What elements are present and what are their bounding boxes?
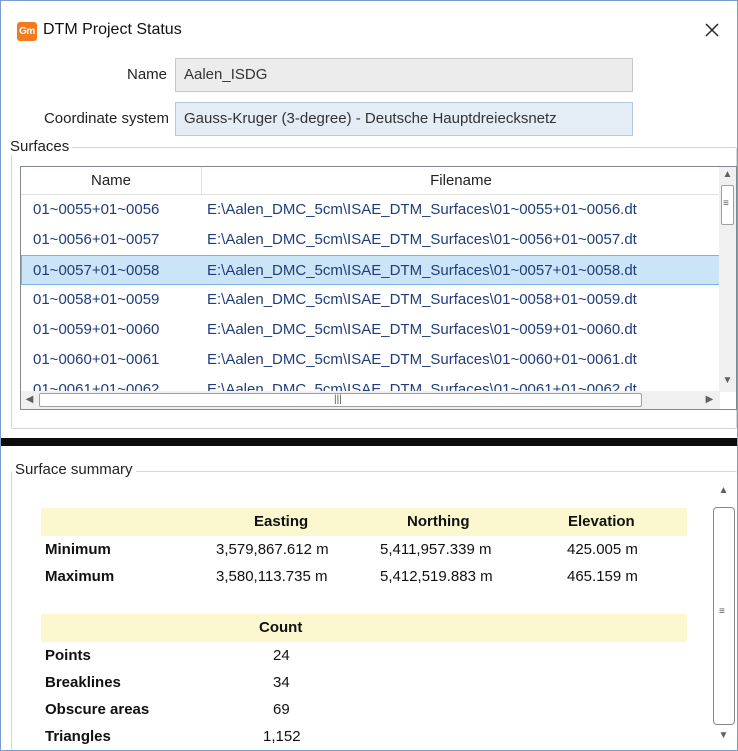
coordinate-system-field[interactable]: Gauss-Kruger (3-degree) - Deutsche Haupt… (175, 102, 633, 136)
app-logo-icon: Gm (17, 22, 37, 41)
maximum-northing: 5,412,519.883 m (380, 568, 493, 585)
obscure-areas-label: Obscure areas (45, 701, 150, 718)
triangles-label: Triangles (45, 728, 111, 745)
maximum-elevation: 465.159 m (567, 568, 638, 585)
surface-filename: E:\Aalen_DMC_5cm\ISAE_DTM_Surfaces\01~00… (207, 231, 637, 248)
surface-name: 01~0055+01~0056 (33, 201, 160, 218)
breaklines-label: Breaklines (45, 674, 121, 691)
elevation-header: Elevation (568, 513, 635, 530)
surface-filename: E:\Aalen_DMC_5cm\ISAE_DTM_Surfaces\01~00… (207, 381, 637, 392)
minimum-label: Minimum (45, 541, 111, 558)
title-bar: Gm DTM Project Status (1, 1, 737, 59)
close-button[interactable] (699, 17, 725, 43)
coordinate-system-label: Coordinate system (43, 110, 169, 127)
surfaces-vertical-scrollbar[interactable]: ▲ ≡ ▼ (719, 167, 736, 392)
surface-name: 01~0059+01~0060 (33, 321, 160, 338)
horizontal-scroll-thumb[interactable]: ||| (39, 393, 642, 407)
surface-row-selected[interactable]: 01~0057+01~0058 E:\Aalen_DMC_5cm\ISAE_DT… (21, 255, 720, 285)
easting-header: Easting (254, 513, 309, 530)
grip-icon: ||| (334, 394, 342, 405)
count-header: Count (259, 619, 303, 636)
surface-row[interactable]: 01~0056+01~0057 E:\Aalen_DMC_5cm\ISAE_DT… (21, 225, 720, 255)
surfaces-group-title: Surfaces (7, 138, 73, 155)
surface-name: 01~0058+01~0059 (33, 291, 160, 308)
surface-filename: E:\Aalen_DMC_5cm\ISAE_DTM_Surfaces\01~00… (207, 291, 637, 308)
triangles-count: 1,152 (263, 728, 301, 745)
grip-icon: ≡ (719, 606, 725, 617)
surface-filename: E:\Aalen_DMC_5cm\ISAE_DTM_Surfaces\01~00… (207, 351, 637, 368)
surface-row[interactable]: 01~0059+01~0060 E:\Aalen_DMC_5cm\ISAE_DT… (21, 315, 720, 345)
column-header-filename[interactable]: Filename (202, 167, 720, 195)
surface-filename: E:\Aalen_DMC_5cm\ISAE_DTM_Surfaces\01~00… (207, 321, 637, 338)
dtm-project-status-dialog: Gm DTM Project Status Name Aalen_ISDG Co… (0, 0, 738, 751)
scroll-right-arrow-icon[interactable]: ▶ (701, 394, 718, 405)
vertical-scroll-thumb[interactable]: ≡ (721, 185, 734, 225)
surface-row[interactable]: 01~0055+01~0056 E:\Aalen_DMC_5cm\ISAE_DT… (21, 195, 720, 225)
column-header-name[interactable]: Name (21, 167, 202, 195)
minimum-easting: 3,579,867.612 m (216, 541, 329, 558)
maximum-easting: 3,580,113.735 m (216, 568, 328, 585)
breaklines-count: 34 (273, 674, 290, 691)
points-label: Points (45, 647, 91, 664)
summary-vertical-scrollbar[interactable]: ▲ ≡ ▼ (709, 477, 737, 747)
points-count: 24 (273, 647, 290, 664)
scroll-down-arrow-icon[interactable]: ▼ (719, 375, 736, 386)
surface-name: 01~0061+01~0062 (33, 381, 160, 392)
surface-row-partial[interactable]: 01~0061+01~0062 E:\Aalen_DMC_5cm\ISAE_DT… (21, 375, 720, 392)
obscure-areas-count: 69 (273, 701, 290, 718)
name-label: Name (126, 66, 167, 83)
name-field[interactable]: Aalen_ISDG (175, 58, 633, 92)
close-icon (705, 23, 719, 37)
minimum-elevation: 425.005 m (567, 541, 638, 558)
count-header-band (41, 614, 687, 642)
scroll-up-arrow-icon[interactable]: ▲ (719, 169, 736, 180)
northing-header: Northing (407, 513, 470, 530)
grip-icon: ≡ (723, 198, 729, 209)
surface-filename: E:\Aalen_DMC_5cm\ISAE_DTM_Surfaces\01~00… (207, 262, 637, 279)
surfaces-list-header: Name Filename (21, 167, 720, 195)
surface-name: 01~0057+01~0058 (33, 262, 160, 279)
surfaces-list[interactable]: Name Filename 01~0055+01~0056 E:\Aalen_D… (20, 166, 737, 410)
surfaces-horizontal-scrollbar[interactable]: ◀ ||| ▶ (21, 391, 720, 409)
surface-summary-group-title: Surface summary (12, 461, 136, 478)
scroll-down-arrow-icon[interactable]: ▼ (715, 730, 732, 741)
maximum-label: Maximum (45, 568, 115, 585)
scroll-left-arrow-icon[interactable]: ◀ (21, 394, 38, 405)
minimum-northing: 5,411,957.339 m (380, 541, 492, 558)
surface-row[interactable]: 01~0060+01~0061 E:\Aalen_DMC_5cm\ISAE_DT… (21, 345, 720, 375)
scroll-up-arrow-icon[interactable]: ▲ (715, 485, 732, 496)
surface-filename: E:\Aalen_DMC_5cm\ISAE_DTM_Surfaces\01~00… (207, 201, 637, 218)
panel-splitter[interactable] (1, 438, 737, 446)
summary-scroll-thumb[interactable]: ≡ (713, 507, 735, 725)
surface-name: 01~0056+01~0057 (33, 231, 160, 248)
window-title: DTM Project Status (43, 21, 182, 38)
surface-row[interactable]: 01~0058+01~0059 E:\Aalen_DMC_5cm\ISAE_DT… (21, 285, 720, 315)
surface-name: 01~0060+01~0061 (33, 351, 160, 368)
